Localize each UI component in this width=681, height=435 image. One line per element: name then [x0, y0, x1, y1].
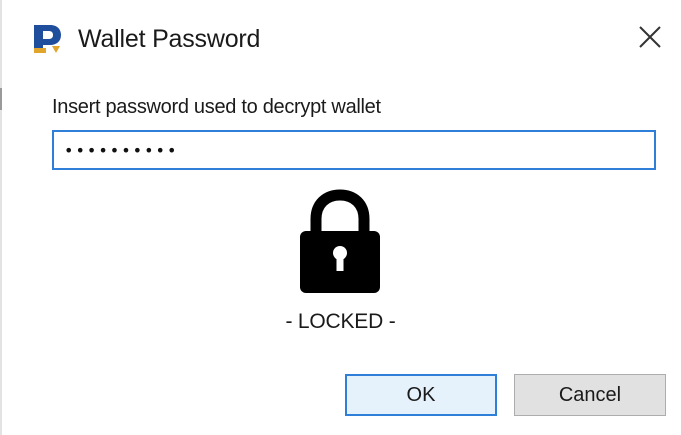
password-prompt-label: Insert password used to decrypt wallet: [52, 96, 381, 118]
padlock-icon: [296, 187, 384, 295]
window-left-border-marker: [0, 88, 2, 110]
window-title: Wallet Password: [78, 25, 261, 53]
wallet-password-dialog: Wallet Password Insert password used to …: [0, 0, 681, 435]
cancel-button[interactable]: Cancel: [514, 374, 666, 416]
password-input[interactable]: [52, 130, 656, 170]
close-icon: [637, 24, 663, 55]
lock-status-text: - LOCKED -: [285, 310, 396, 333]
title-bar: Wallet Password: [0, 0, 681, 78]
close-button[interactable]: [623, 12, 677, 66]
app-p-logo-icon: [30, 22, 64, 56]
ok-button[interactable]: OK: [345, 374, 497, 416]
